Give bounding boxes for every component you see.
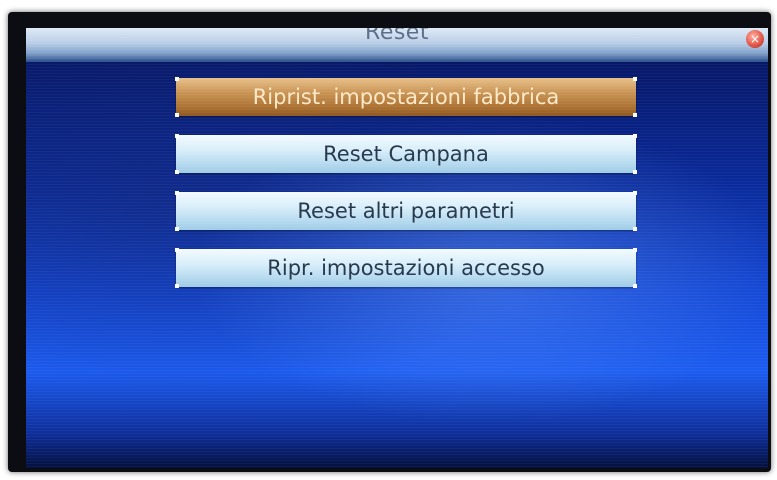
reset-access-settings-label: Ripr. impostazioni accesso [267,256,545,280]
reset-access-settings-button[interactable]: Ripr. impostazioni accesso [175,248,637,288]
factory-reset-button[interactable]: Riprist. impostazioni fabbrica [175,77,637,117]
reset-bell-label: Reset Campana [323,142,489,166]
title-bar: Reset × [26,28,768,62]
screen: Reset × Riprist. impostazioni fabbrica R… [26,28,768,468]
reset-bell-button[interactable]: Reset Campana [175,134,637,174]
reset-menu: Riprist. impostazioni fabbrica Reset Cam… [175,77,637,306]
reset-other-params-button[interactable]: Reset altri parametri [175,191,637,231]
window-title: Reset [365,28,429,45]
close-icon[interactable]: × [746,30,764,48]
factory-reset-label: Riprist. impostazioni fabbrica [252,85,560,109]
reset-other-params-label: Reset altri parametri [297,199,515,223]
